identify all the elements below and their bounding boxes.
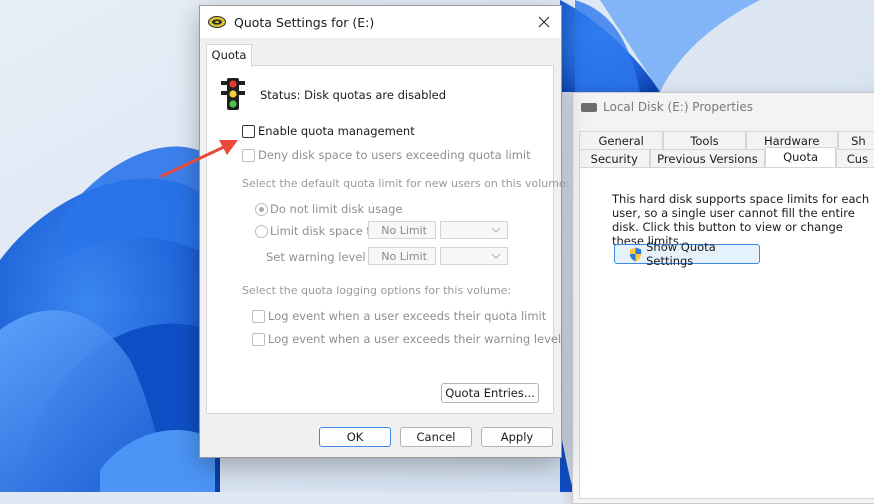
- ok-button[interactable]: OK: [319, 427, 391, 447]
- no-limit-radio-label: Do not limit disk usage: [270, 202, 403, 216]
- close-icon[interactable]: [535, 13, 553, 31]
- local-disk-properties-window: Local Disk (E:) Properties General Tools…: [572, 92, 874, 504]
- properties-titlebar: Local Disk (E:) Properties: [573, 93, 874, 121]
- traffic-light-icon: [221, 78, 245, 110]
- properties-quota-panel: This hard disk supports space limits for…: [579, 167, 874, 499]
- apply-button[interactable]: Apply: [481, 427, 553, 447]
- limit-disk-radio[interactable]: [255, 225, 268, 238]
- enable-quota-checkbox[interactable]: [242, 125, 255, 138]
- quota-status: Status: Disk quotas are disabled: [260, 88, 447, 102]
- uac-shield-icon: [629, 246, 642, 262]
- limit-disk-radio-label: Limit disk space to: [270, 224, 378, 238]
- tab-quota-active[interactable]: Quota: [765, 147, 836, 168]
- show-quota-settings-label: Show Quota Settings: [646, 240, 716, 268]
- deny-space-label: Deny disk space to users exceeding quota…: [258, 148, 531, 162]
- tab-security[interactable]: Security: [579, 149, 650, 168]
- warning-unit-select[interactable]: [440, 247, 508, 265]
- tab-customize[interactable]: Cus: [835, 149, 874, 168]
- limit-value-field[interactable]: No Limit: [368, 221, 436, 239]
- properties-title: Local Disk (E:) Properties: [603, 100, 753, 114]
- log-warning-checkbox[interactable]: [252, 333, 265, 346]
- default-limit-section-label: Select the default quota limit for new u…: [242, 177, 570, 190]
- tab-general[interactable]: General: [579, 131, 664, 150]
- tab-sharing[interactable]: Sh: [837, 131, 874, 150]
- quota-panel: [206, 65, 554, 414]
- show-quota-settings-button[interactable]: Show Quota Settings: [614, 240, 760, 268]
- no-limit-radio[interactable]: [255, 203, 268, 216]
- properties-tab-row-2: Security Previous Versions Quota Cus: [579, 147, 874, 168]
- quota-entries-button[interactable]: Quota Entries...: [441, 383, 539, 403]
- tab-tools[interactable]: Tools: [663, 131, 746, 150]
- deny-space-checkbox[interactable]: [242, 149, 255, 162]
- logging-section-label: Select the quota logging options for thi…: [242, 284, 512, 297]
- warning-level-label: Set warning level to: [266, 250, 381, 264]
- enable-quota-label[interactable]: Enable quota management: [258, 124, 415, 138]
- log-warning-label: Log event when a user exceeds their warn…: [268, 332, 562, 346]
- dialog-titlebar: Quota Settings for (E:): [200, 6, 561, 38]
- log-quota-checkbox[interactable]: [252, 310, 265, 323]
- disk-drive-icon: [208, 16, 226, 28]
- limit-unit-select[interactable]: [440, 221, 508, 239]
- warning-value-field[interactable]: No Limit: [368, 247, 436, 265]
- cancel-button[interactable]: Cancel: [400, 427, 472, 447]
- quota-settings-dialog: Quota Settings for (E:) Quota Status: Di…: [199, 5, 569, 458]
- dialog-title: Quota Settings for (E:): [234, 14, 375, 30]
- disk-drive-icon: [581, 102, 597, 112]
- tab-quota[interactable]: Quota: [206, 44, 252, 67]
- chevron-down-icon: [491, 253, 501, 259]
- tab-previous-versions[interactable]: Previous Versions: [649, 149, 766, 168]
- chevron-down-icon: [491, 227, 501, 233]
- log-quota-label: Log event when a user exceeds their quot…: [268, 309, 547, 323]
